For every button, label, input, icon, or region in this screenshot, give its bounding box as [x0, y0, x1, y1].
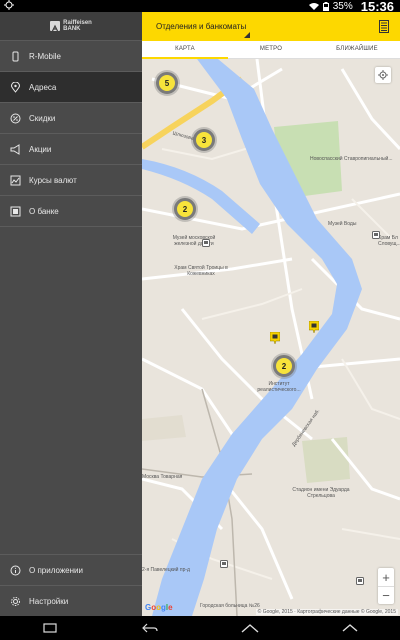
app-header: Отделения и банкоматы	[142, 12, 400, 41]
megaphone-icon	[10, 143, 21, 155]
atm-pin-icon[interactable]	[309, 321, 319, 333]
drawer-item-promotions[interactable]: Акции	[0, 134, 142, 165]
drawer-item-label: О банке	[29, 206, 59, 216]
back-button[interactable]	[130, 618, 170, 638]
battery-icon	[322, 2, 329, 11]
zoom-out-button[interactable]: −	[378, 586, 394, 604]
percent-icon	[10, 113, 21, 124]
zoom-in-button[interactable]: +	[378, 568, 394, 586]
system-nav-bar	[0, 616, 400, 640]
drawer-item-label: Скидки	[29, 113, 56, 123]
drawer-item-addresses[interactable]: Адреса	[0, 72, 142, 103]
drawer-item-r-mobile[interactable]: R-Mobile	[0, 41, 142, 72]
drawer-item-discounts[interactable]: Скидки	[0, 103, 142, 134]
back-icon	[142, 623, 158, 633]
battery-percent: 35%	[332, 1, 353, 12]
branch-cluster-marker[interactable]: 3	[193, 129, 215, 151]
drawer-item-about-app[interactable]: О приложении	[0, 554, 142, 585]
dropdown-caret-icon	[244, 32, 250, 38]
list-icon[interactable]	[379, 20, 389, 33]
branch-cluster-marker[interactable]: 2	[273, 355, 295, 377]
atm-pin-icon[interactable]	[270, 332, 280, 344]
drawer-item-label: Акции	[29, 144, 52, 154]
recent-apps-icon	[43, 623, 57, 633]
crosshair-icon	[378, 70, 388, 80]
app-screen: 35% 15:36 Raiffeisen BANK R-Mobile Адрес…	[0, 0, 400, 640]
info-icon	[10, 565, 21, 576]
device-icon	[10, 51, 21, 62]
logo-mark-icon	[50, 21, 61, 33]
view-tabs: КАРТА МЕТРО БЛИЖАЙШИЕ	[142, 41, 400, 59]
drawer-item-label: Адреса	[29, 82, 57, 92]
tab-nearest[interactable]: БЛИЖАЙШИЕ	[314, 41, 400, 58]
location-pin-icon	[10, 81, 21, 93]
gear-icon	[10, 596, 21, 607]
map-label-novospassky: Новоспасский Ставропигиальный...	[310, 156, 393, 162]
home-icon	[241, 624, 259, 633]
map-view[interactable]: Новоспасский Ставропигиальный... Музей В…	[142, 59, 400, 616]
map-label-khram-blv: Храм Бл Словущ...	[378, 235, 400, 247]
drawer-item-about-bank[interactable]: О банке	[0, 196, 142, 227]
map-label-stadium: Стадион имени Эдуарда Стрельцова	[292, 487, 350, 499]
recent-apps-button[interactable]	[30, 618, 70, 638]
home-button[interactable]	[230, 618, 270, 638]
drawer-bottom: О приложении Настройки	[0, 554, 142, 616]
map-label-museum-water: Музей Воды	[328, 221, 357, 227]
transit-stop-icon	[356, 577, 364, 585]
map-label-road3: 2-я Павелецкий пр-д	[142, 567, 190, 573]
bank-icon	[10, 206, 21, 217]
drawer-item-label: О приложении	[29, 565, 83, 575]
drawer-item-label: Курсы валют	[29, 175, 77, 185]
logo-line2: BANK	[63, 26, 81, 32]
wifi-icon	[308, 2, 319, 10]
raiffeisen-logo: Raiffeisen BANK	[50, 20, 92, 33]
branch-cluster-marker[interactable]: 2	[174, 198, 196, 220]
branch-cluster-marker[interactable]: 5	[156, 72, 178, 94]
drawer-item-settings[interactable]: Настройки	[0, 585, 142, 616]
logo-area: Raiffeisen BANK	[0, 12, 142, 41]
status-bar: 35% 15:36	[0, 0, 400, 14]
map-copyright[interactable]: © Google, 2015 · Картографические данные…	[255, 609, 398, 615]
google-logo: Google	[145, 603, 173, 612]
map-label-institute: Институт реалистического...	[257, 381, 301, 393]
transit-stop-icon	[220, 560, 228, 568]
tab-map[interactable]: КАРТА	[142, 41, 228, 59]
transit-stop-icon	[372, 231, 380, 239]
tab-metro[interactable]: МЕТРО	[228, 41, 314, 58]
map-label-station: Москва Товарная	[142, 474, 183, 480]
chevron-up-icon	[342, 624, 358, 632]
drawer-item-label: R-Mobile	[29, 51, 62, 61]
header-title-dropdown[interactable]: Отделения и банкоматы	[156, 22, 246, 31]
transit-stop-icon	[202, 239, 210, 247]
my-location-button[interactable]	[375, 67, 391, 83]
zoom-controls: + −	[378, 568, 394, 604]
map-label-museum-railway: Музей московской железной дороги	[172, 235, 216, 247]
map-label-road4: Городская больница №26	[200, 603, 260, 609]
navigation-drawer: Raiffeisen BANK R-Mobile Адреса Скидки А…	[0, 12, 142, 616]
map-label-khram-troitsy: Храм Святой Троицы в Кожевниках	[174, 265, 228, 277]
drawer-item-exchange-rates[interactable]: Курсы валют	[0, 165, 142, 196]
currency-chart-icon	[10, 175, 21, 186]
gps-status-icon	[4, 0, 14, 10]
menu-up-button[interactable]	[330, 618, 370, 638]
drawer-item-label: Настройки	[29, 596, 69, 606]
